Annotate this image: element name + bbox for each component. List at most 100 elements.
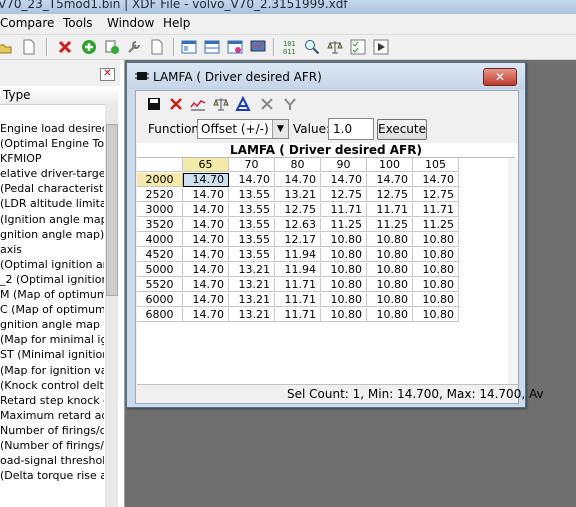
menu-tools[interactable]: Tools: [63, 16, 93, 30]
table-cell[interactable]: 10.80: [413, 293, 459, 307]
table-cell[interactable]: 13.55: [229, 248, 275, 262]
list-item[interactable]: gnition angle map fi: [0, 317, 104, 332]
table-cell[interactable]: 10.80: [367, 233, 413, 247]
table-cell[interactable]: 14.70: [183, 308, 229, 322]
table-cell[interactable]: 12.17: [275, 233, 321, 247]
table-cell[interactable]: 14.70: [275, 173, 321, 187]
list-item[interactable]: (Knock control delta: [0, 378, 104, 393]
list-item[interactable]: _2 (Optimal ignition a: [0, 272, 104, 287]
table-cell[interactable]: 11.71: [367, 203, 413, 217]
close-icon[interactable]: ✕: [100, 68, 115, 81]
grid-corner[interactable]: [137, 158, 183, 172]
scales-icon[interactable]: [326, 38, 344, 56]
table-cell[interactable]: 14.70: [183, 248, 229, 262]
menu-window[interactable]: Window: [107, 16, 154, 30]
y-axis-icon[interactable]: [281, 95, 299, 113]
table-cell[interactable]: 11.71: [275, 278, 321, 292]
search-icon[interactable]: [303, 38, 321, 56]
execute-icon[interactable]: [372, 38, 390, 56]
y-axis-header[interactable]: 6000: [137, 293, 183, 307]
x-axis-header[interactable]: 90: [321, 158, 367, 172]
delete-icon[interactable]: [167, 95, 185, 113]
table-cell[interactable]: 13.21: [229, 293, 275, 307]
table-cell[interactable]: 11.25: [321, 218, 367, 232]
table-cell[interactable]: 14.70: [321, 173, 367, 187]
table-cell[interactable]: 14.70: [183, 278, 229, 292]
table-cell[interactable]: 11.94: [275, 248, 321, 262]
axis-edit-icon[interactable]: [234, 95, 252, 113]
table-cell[interactable]: 13.21: [229, 308, 275, 322]
y-axis-header[interactable]: 3000: [137, 203, 183, 217]
checklist-icon[interactable]: [349, 38, 367, 56]
table-cell[interactable]: 14.70: [367, 173, 413, 187]
menu-compare[interactable]: Compare: [0, 16, 54, 30]
table-cell[interactable]: 10.80: [367, 308, 413, 322]
table-cell[interactable]: 14.70: [183, 293, 229, 307]
list-item[interactable]: (Ignition angle map): [0, 212, 104, 227]
split-view-icon[interactable]: [203, 38, 221, 56]
y-axis-header[interactable]: 3520: [137, 218, 183, 232]
table-cell[interactable]: 11.25: [413, 218, 459, 232]
table-cell[interactable]: 10.80: [367, 263, 413, 277]
window-titlebar[interactable]: LAMFA ( Driver desired AFR) ✕: [127, 63, 525, 89]
table-cell[interactable]: 14.70: [183, 173, 229, 187]
table-cell[interactable]: 10.80: [367, 293, 413, 307]
add-icon[interactable]: [80, 38, 98, 56]
list-item[interactable]: (LDR altitude limitati: [0, 196, 104, 211]
table-cell[interactable]: 11.71: [275, 308, 321, 322]
left-scrollbar[interactable]: [105, 104, 118, 507]
table-cell[interactable]: 13.21: [229, 263, 275, 277]
list-item[interactable]: (Map for minimal ign: [0, 332, 104, 347]
table-cell[interactable]: 12.75: [321, 188, 367, 202]
list-item[interactable]: C (Map of optimum ig: [0, 302, 104, 317]
table-cell[interactable]: 10.80: [321, 263, 367, 277]
menu-help[interactable]: Help: [163, 16, 190, 30]
table-cell[interactable]: 13.55: [229, 203, 275, 217]
list-item[interactable]: (Pedal characteristic: [0, 181, 104, 196]
value-input[interactable]: 1.0: [328, 118, 374, 140]
list-item[interactable]: M (Map of optimum ig: [0, 287, 104, 302]
delete-icon[interactable]: [56, 38, 74, 56]
blank-page-icon[interactable]: [148, 38, 166, 56]
list-item[interactable]: axis: [0, 242, 104, 257]
table-cell[interactable]: 11.71: [321, 203, 367, 217]
list-item[interactable]: oad-signal threshold k: [0, 453, 104, 468]
execute-button[interactable]: Execute: [377, 119, 427, 140]
list-item[interactable]: (Map for ignition valu: [0, 363, 104, 378]
wrench-icon[interactable]: [125, 38, 143, 56]
table-cell[interactable]: 11.94: [275, 263, 321, 277]
function-select[interactable]: Offset (+/-) ▼: [197, 119, 289, 139]
type-column-header[interactable]: Type: [0, 86, 118, 105]
list-item[interactable]: gnition angle map): [0, 227, 104, 242]
table-cell[interactable]: 10.80: [413, 263, 459, 277]
window-close-button[interactable]: ✕: [483, 68, 517, 86]
y-axis-header[interactable]: 2000: [137, 173, 183, 187]
table-cell[interactable]: 10.80: [413, 248, 459, 262]
table-cell[interactable]: 10.80: [321, 248, 367, 262]
list-item[interactable]: (Optimal ignition ang: [0, 257, 104, 272]
x-axis-header[interactable]: 100: [367, 158, 413, 172]
table-cell[interactable]: 12.75: [275, 203, 321, 217]
table-cell[interactable]: 11.25: [367, 218, 413, 232]
table-cell[interactable]: 14.70: [183, 263, 229, 277]
graph-icon[interactable]: [189, 95, 207, 113]
grid-scrollbar[interactable]: [508, 158, 518, 384]
list-item[interactable]: Number of firings/cyl.: [0, 423, 104, 438]
y-axis-header[interactable]: 5000: [137, 263, 183, 277]
list-item[interactable]: KFMIOP: [0, 151, 104, 166]
list-item[interactable]: (Delta torque rise af: [0, 468, 104, 483]
table-cell[interactable]: 13.55: [229, 233, 275, 247]
copy-page-icon[interactable]: [103, 38, 121, 56]
y-axis-header[interactable]: 4520: [137, 248, 183, 262]
window-info-icon[interactable]: [226, 38, 244, 56]
x-axis-header[interactable]: 65: [183, 158, 229, 172]
table-cell[interactable]: 10.80: [413, 308, 459, 322]
table-cell[interactable]: 12.63: [275, 218, 321, 232]
y-axis-header[interactable]: 2520: [137, 188, 183, 202]
table-cell[interactable]: 13.55: [229, 218, 275, 232]
table-cell[interactable]: 12.75: [413, 188, 459, 202]
list-item[interactable]: Retard step knock oc: [0, 393, 104, 408]
x-axis-header[interactable]: 70: [229, 158, 275, 172]
table-cell[interactable]: 10.80: [321, 308, 367, 322]
list-item[interactable]: (Number of firings/cy: [0, 438, 104, 453]
